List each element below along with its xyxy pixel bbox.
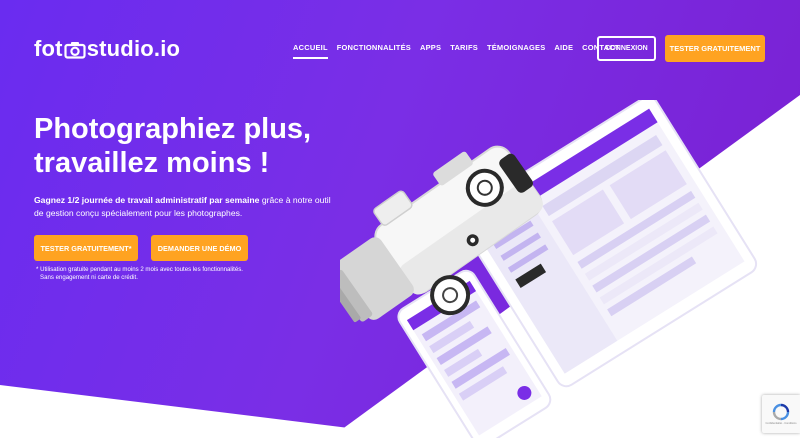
logo-text-right: studio.io — [86, 36, 181, 61]
recaptcha-icon — [772, 403, 790, 421]
recaptcha-text: Confidentialité - Conditions — [765, 422, 797, 425]
logo-text-left: fot — [34, 36, 63, 61]
nav-item-accueil[interactable]: ACCUEIL — [293, 43, 328, 59]
nav-item-aide[interactable]: AIDE — [554, 43, 573, 59]
main-nav: ACCUEIL FONCTIONNALITÉS APPS TARIFS TÉMO… — [293, 43, 620, 59]
logo[interactable]: fot studio.io — [34, 36, 180, 62]
free-trial-note: * Utilisation gratuite pendant au moins … — [36, 266, 296, 282]
hero-headline: Photographiez plus, travaillez moins ! — [34, 112, 334, 180]
login-button[interactable]: CONNEXION — [597, 36, 656, 61]
note-line-1: * Utilisation gratuite pendant au moins … — [36, 266, 243, 273]
hero-subtext: Gagnez 1/2 journée de travail administra… — [34, 194, 334, 220]
request-demo-button[interactable]: DEMANDER UNE DÉMO — [151, 235, 248, 261]
note-line-2: Sans engagement ni carte de crédit. — [40, 274, 138, 281]
recaptcha-badge[interactable]: Confidentialité - Conditions — [762, 395, 800, 433]
headline-line-2: travaillez moins ! — [34, 147, 270, 179]
try-free-button[interactable]: TESTER GRATUITEMENT* — [34, 235, 138, 261]
nav-item-temoignages[interactable]: TÉMOIGNAGES — [487, 43, 545, 59]
header-cta-button[interactable]: TESTER GRATUITEMENT — [665, 35, 765, 62]
camera-icon — [64, 42, 86, 59]
hero-illustration — [340, 100, 758, 438]
nav-item-fonctionnalites[interactable]: FONCTIONNALITÉS — [337, 43, 411, 59]
headline-line-1: Photographiez plus, — [34, 113, 312, 145]
nav-item-apps[interactable]: APPS — [420, 43, 441, 59]
hero-subtext-bold: Gagnez 1/2 journée de travail administra… — [34, 195, 260, 205]
nav-item-tarifs[interactable]: TARIFS — [450, 43, 478, 59]
